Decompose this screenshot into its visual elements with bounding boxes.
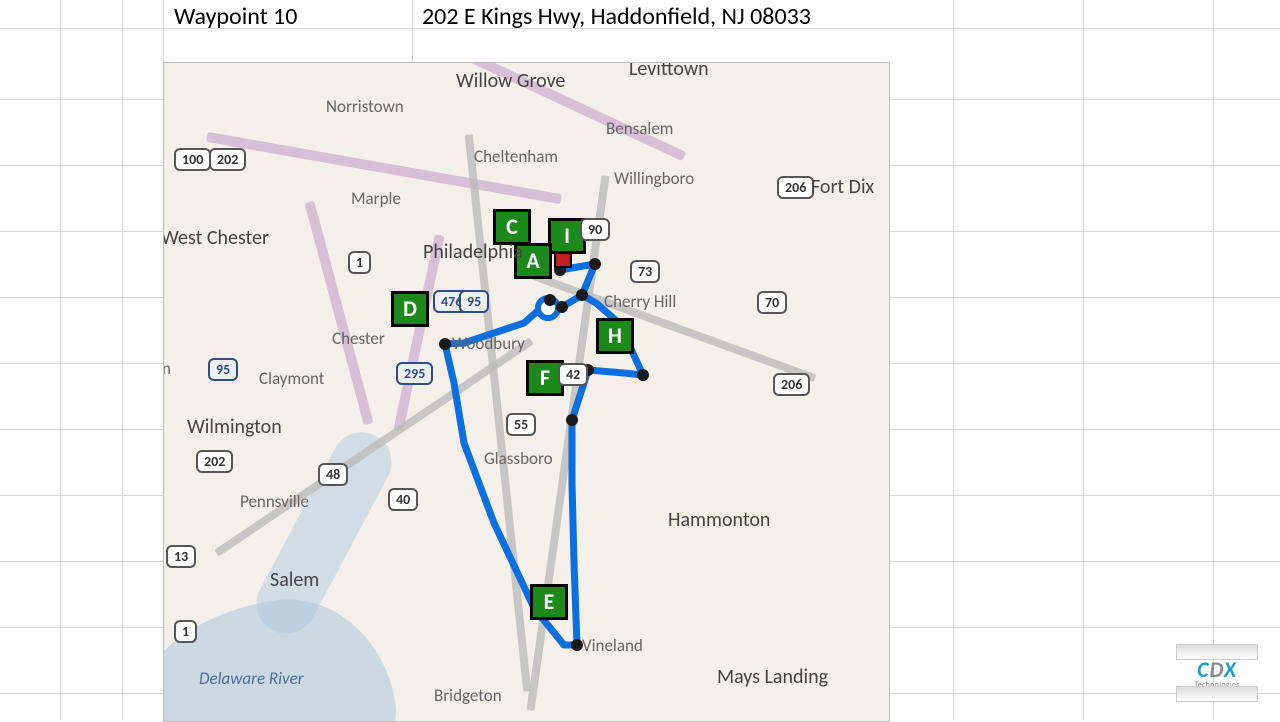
shield-i95: 95 bbox=[459, 290, 489, 313]
label-levittown: Levittown bbox=[629, 62, 709, 81]
label-norristown: Norristown bbox=[326, 96, 404, 117]
shield-70: 70 bbox=[757, 291, 787, 314]
label-philadelphia: Philadelphia bbox=[423, 240, 523, 264]
shield-206b: 206 bbox=[773, 373, 810, 396]
logo-d: D bbox=[1209, 656, 1223, 683]
label-westchester: West Chester bbox=[163, 226, 269, 250]
label-claymont: Claymont bbox=[259, 368, 325, 389]
label-fortdix: Fort Dix bbox=[811, 175, 874, 199]
label-bridgeton: Bridgeton bbox=[434, 685, 502, 706]
label-marple: Marple bbox=[351, 188, 401, 209]
label-pennsville: Pennsville bbox=[240, 491, 309, 512]
grid-col bbox=[1083, 0, 1084, 720]
shield-90: 90 bbox=[580, 218, 610, 241]
label-fragment-n: n bbox=[163, 358, 171, 379]
spreadsheet-sheet: Waypoint 10 202 E Kings Hwy, Haddonfield… bbox=[0, 0, 1280, 720]
shield-206: 206 bbox=[777, 176, 814, 199]
shield-1b: 1 bbox=[174, 620, 197, 643]
waypoint-marker-h[interactable]: H bbox=[596, 318, 634, 354]
logo-bar bbox=[1176, 644, 1258, 660]
shield-202: 202 bbox=[209, 148, 246, 171]
shield-i95b: 95 bbox=[208, 358, 238, 381]
label-hammonton: Hammonton bbox=[668, 508, 770, 532]
label-mayslanding: Mays Landing bbox=[717, 665, 828, 689]
waypoint-label[interactable]: Waypoint 10 bbox=[168, 0, 303, 33]
waypoint-marker-e[interactable]: E bbox=[530, 584, 568, 620]
waypoint-address[interactable]: 202 E Kings Hwy, Haddonfield, NJ 08033 bbox=[416, 0, 817, 33]
shield-40: 40 bbox=[388, 488, 418, 511]
shield-i295: 295 bbox=[396, 362, 433, 385]
shield-100: 100 bbox=[174, 148, 211, 171]
logo-c: C bbox=[1197, 656, 1209, 683]
label-willowgrove: Willow Grove bbox=[456, 69, 565, 93]
shield-13: 13 bbox=[166, 545, 196, 568]
cdx-logo: CDX Technologies bbox=[1176, 644, 1258, 702]
label-willingboro: Willingboro bbox=[614, 168, 694, 189]
shield-73: 73 bbox=[630, 260, 660, 283]
route-map[interactable]: C I A D H F E 100 202 206 1 476 95 90 73… bbox=[163, 62, 890, 722]
label-woodbury: Woodbury bbox=[452, 333, 525, 354]
grid-col bbox=[1213, 0, 1214, 720]
label-wilmington: Wilmington bbox=[187, 415, 282, 439]
shield-1: 1 bbox=[348, 251, 371, 274]
grid-col bbox=[953, 0, 954, 720]
grid-col bbox=[60, 0, 61, 720]
shield-48: 48 bbox=[318, 463, 348, 486]
shield-202b: 202 bbox=[196, 450, 233, 473]
waypoint-marker-d[interactable]: D bbox=[391, 291, 429, 327]
label-salem: Salem bbox=[270, 568, 319, 592]
shield-42: 42 bbox=[558, 363, 588, 386]
logo-bar bbox=[1176, 686, 1258, 702]
grid-col bbox=[122, 0, 123, 720]
label-cheltenham: Cheltenham bbox=[474, 146, 558, 167]
label-glassboro: Glassboro bbox=[484, 448, 553, 469]
label-vineland: Vineland bbox=[582, 635, 643, 656]
label-bensalem: Bensalem bbox=[606, 118, 673, 139]
label-delawareriver: Delaware River bbox=[199, 668, 304, 689]
label-chester: Chester bbox=[332, 328, 385, 349]
logo-initials: CDX bbox=[1197, 656, 1237, 683]
logo-x: X bbox=[1224, 656, 1237, 683]
shield-55: 55 bbox=[506, 413, 536, 436]
label-cherryhill: Cherry Hill bbox=[604, 291, 676, 312]
